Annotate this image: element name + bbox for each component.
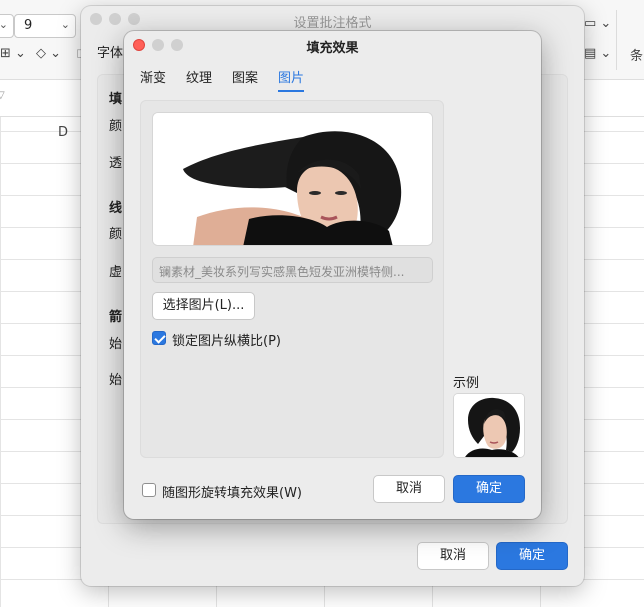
fill-color-label: 颜 bbox=[109, 119, 123, 134]
section-line-label: 线 bbox=[109, 201, 123, 216]
lock-aspect-ratio-label[interactable]: 锁定图片纵横比(P) bbox=[172, 330, 281, 349]
fill-tabs: 渐变 纹理 图案 图片 bbox=[140, 67, 305, 92]
picture-filename-field: 镧素材_美妆系列写实感黑色短发亚洲模特侧... bbox=[152, 257, 433, 283]
tab-texture[interactable]: 纹理 bbox=[186, 67, 212, 92]
tab-gradient[interactable]: 渐变 bbox=[140, 67, 166, 92]
begin-style-label: 始 bbox=[109, 337, 123, 352]
font-size-value: 9 bbox=[24, 18, 33, 33]
toolbar-divider bbox=[616, 10, 617, 70]
formula-marker-icon: ▽ bbox=[0, 90, 5, 101]
conditional-format-label[interactable]: 条 bbox=[630, 45, 643, 64]
fill-dialog-title: 填充效果 bbox=[306, 41, 359, 56]
rotate-with-shape-checkbox[interactable] bbox=[142, 483, 156, 497]
more-options-icon[interactable]: ▭ ⌄ bbox=[584, 16, 611, 31]
section-fill-label: 填 bbox=[109, 92, 123, 107]
sample-portrait-image bbox=[454, 394, 524, 457]
transparency-label: 透 bbox=[109, 156, 123, 171]
rotate-with-shape-label[interactable]: 随图形旋转填充效果(W) bbox=[162, 482, 302, 501]
borders-icon[interactable]: ⊞ ⌄ bbox=[0, 46, 26, 61]
lock-aspect-ratio-checkbox[interactable] bbox=[152, 331, 166, 345]
chevron-down-icon: ⌄ bbox=[60, 18, 70, 31]
tab-font[interactable]: 字体 bbox=[97, 42, 123, 61]
sample-preview bbox=[453, 393, 525, 458]
tab-picture[interactable]: 图片 bbox=[278, 67, 305, 92]
chevron-down-icon: ⌄ bbox=[0, 18, 8, 31]
dash-label: 虚 bbox=[109, 265, 123, 280]
select-picture-button[interactable]: 选择图片(L)... bbox=[152, 292, 255, 320]
font-size-combo[interactable]: 9 ⌄ bbox=[14, 14, 76, 38]
font-name-combo[interactable]: ⌄ bbox=[0, 14, 14, 38]
section-arrow-label: 箭 bbox=[109, 310, 123, 325]
outer-dialog-title: 设置批注格式 bbox=[293, 16, 372, 31]
column-header-d[interactable]: D bbox=[58, 117, 68, 149]
fill-ok-button[interactable]: 确定 bbox=[453, 475, 525, 503]
fill-color-icon[interactable]: ◇ ⌄ bbox=[36, 46, 61, 61]
outer-cancel-button[interactable]: 取消 bbox=[417, 542, 489, 570]
begin-size-label: 始 bbox=[109, 373, 123, 388]
picture-preview bbox=[152, 112, 433, 246]
tab-pattern[interactable]: 图案 bbox=[232, 67, 258, 92]
outer-ok-button[interactable]: 确定 bbox=[496, 542, 568, 570]
fill-effects-dialog: 填充效果 渐变 纹理 图案 图片 镧素材_美妆系列写实感黑色短发亚洲模特侧...… bbox=[124, 31, 541, 519]
outer-titlebar: 设置批注格式 bbox=[81, 6, 584, 32]
sample-label: 示例 bbox=[453, 376, 480, 391]
fill-cancel-button[interactable]: 取消 bbox=[373, 475, 445, 503]
sheet-icon[interactable]: ▤ ⌄ bbox=[584, 46, 611, 61]
portrait-image bbox=[153, 113, 432, 245]
line-color-label: 颜 bbox=[109, 227, 123, 242]
